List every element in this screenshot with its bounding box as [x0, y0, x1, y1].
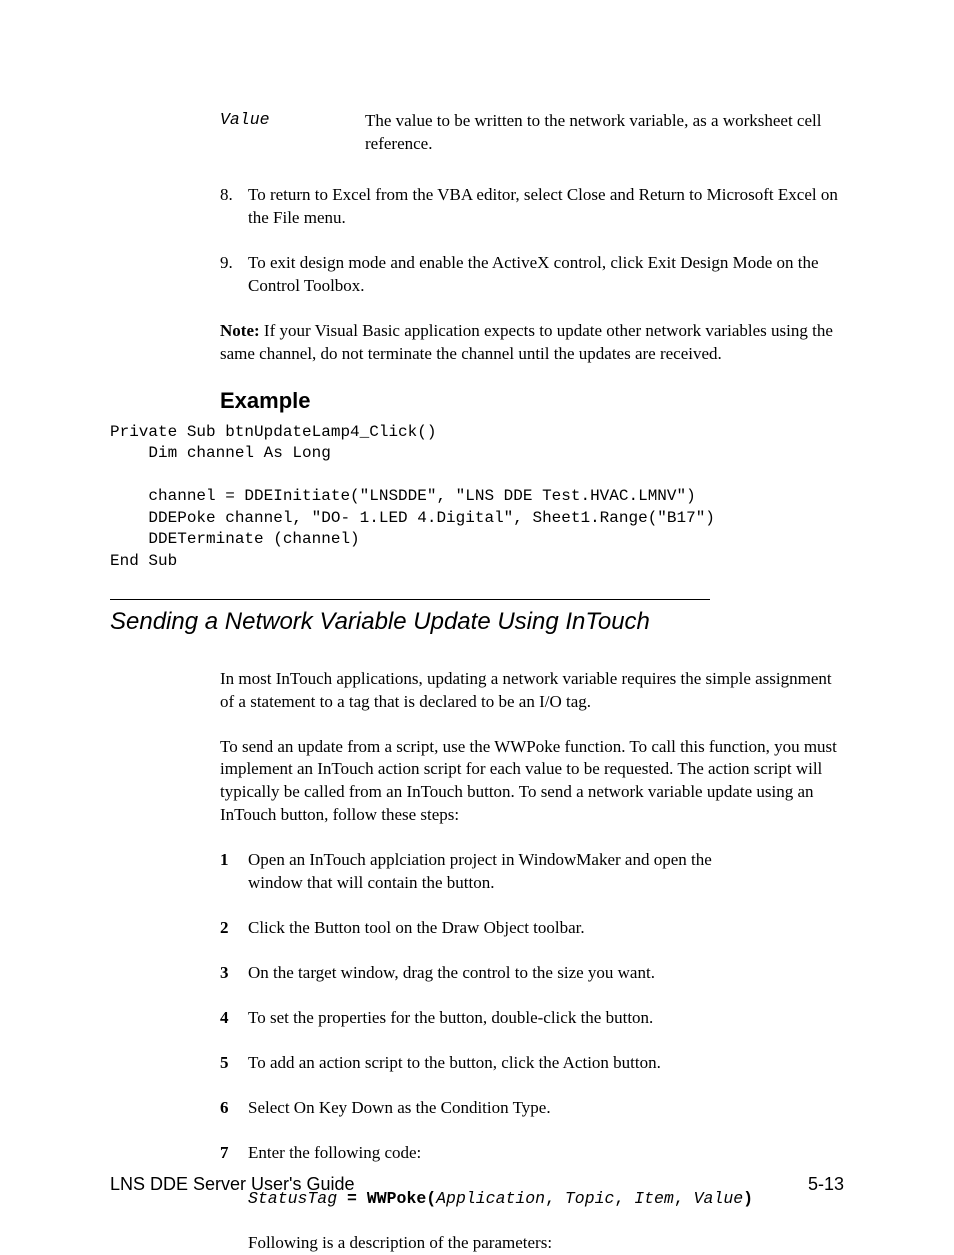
list-text: To return to Excel from the VBA editor, … — [248, 184, 844, 230]
intro-paragraph-2: To send an update from a script, use the… — [220, 736, 844, 828]
list-number: 4 — [220, 1007, 248, 1030]
list-text: To exit design mode and enable the Activ… — [248, 252, 844, 298]
section-divider — [110, 599, 710, 600]
list-text: Select On Key Down as the Condition Type… — [248, 1097, 844, 1120]
page-footer: LNS DDE Server User's Guide 5-13 — [110, 1174, 844, 1195]
list-item: 2 Click the Button tool on the Draw Obje… — [220, 917, 844, 940]
footer-title: LNS DDE Server User's Guide — [110, 1174, 355, 1195]
parameter-term: Value — [220, 110, 365, 156]
list-item: 3 On the target window, drag the control… — [220, 962, 844, 985]
list-number: 7 — [220, 1142, 248, 1165]
list-item: 7 Enter the following code: — [220, 1142, 844, 1165]
list-text: Click the Button tool on the Draw Object… — [248, 917, 844, 940]
list-number: 9. — [220, 252, 248, 298]
parameter-description: The value to be written to the network v… — [365, 110, 844, 156]
page-number: 5-13 — [808, 1174, 844, 1195]
note-text: If your Visual Basic application expects… — [220, 321, 833, 363]
list-text: Open an InTouch applciation project in W… — [248, 849, 844, 895]
list-number: 3 — [220, 962, 248, 985]
list-text: Enter the following code: — [248, 1142, 844, 1165]
parameter-row: Value The value to be written to the net… — [220, 110, 844, 156]
section-heading: Sending a Network Variable Update Using … — [110, 608, 844, 636]
code-block: Private Sub btnUpdateLamp4_Click() Dim c… — [110, 422, 844, 573]
note-label: Note: — [220, 321, 260, 340]
following-paragraph: Following is a description of the parame… — [248, 1232, 844, 1255]
list-number: 2 — [220, 917, 248, 940]
intro-paragraph-1: In most InTouch applications, updating a… — [220, 668, 844, 714]
list-item: 5 To add an action script to the button,… — [220, 1052, 844, 1075]
list-number: 5 — [220, 1052, 248, 1075]
list-number: 1 — [220, 849, 248, 895]
example-heading: Example — [220, 388, 844, 414]
list-item: 1 Open an InTouch applciation project in… — [220, 849, 844, 895]
list-text: To add an action script to the button, c… — [248, 1052, 844, 1075]
list-text: To set the properties for the button, do… — [248, 1007, 844, 1030]
list-item: 6 Select On Key Down as the Condition Ty… — [220, 1097, 844, 1120]
list-number: 8. — [220, 184, 248, 230]
list-item: 9. To exit design mode and enable the Ac… — [220, 252, 844, 298]
list-number: 6 — [220, 1097, 248, 1120]
note-paragraph: Note: If your Visual Basic application e… — [220, 320, 844, 366]
list-item: 4 To set the properties for the button, … — [220, 1007, 844, 1030]
list-text: On the target window, drag the control t… — [248, 962, 844, 985]
list-item: 8. To return to Excel from the VBA edito… — [220, 184, 844, 230]
